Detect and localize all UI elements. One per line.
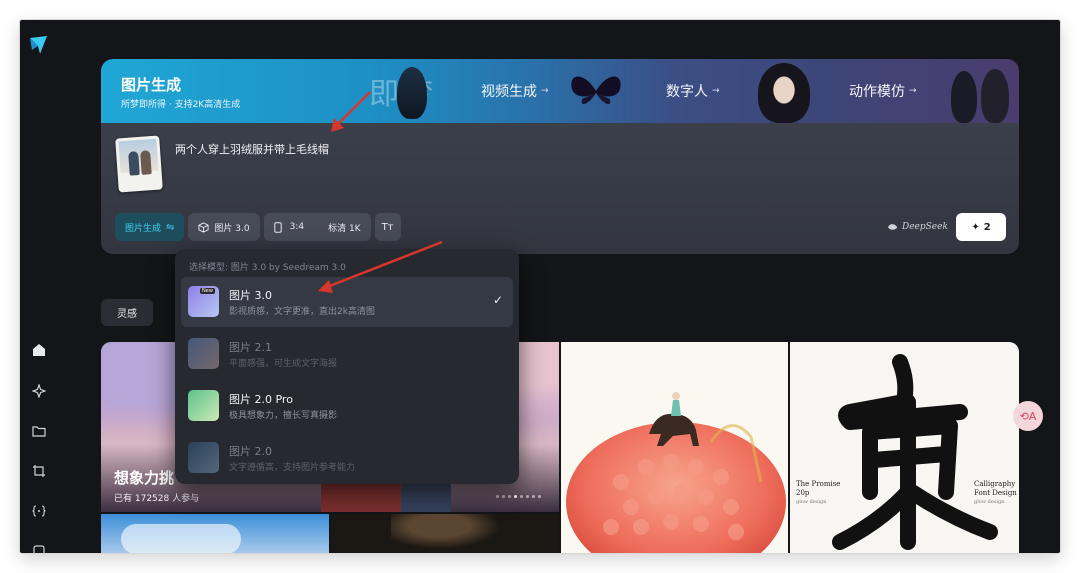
motion-portrait-a xyxy=(951,71,977,123)
model-name: 图片 3.0 xyxy=(229,289,272,302)
arrow-right-icon: → xyxy=(909,86,917,96)
generate-button[interactable]: ✦ 2 xyxy=(956,213,1006,241)
poster-left-number: 20p xyxy=(796,489,810,497)
tab-digital-human-label: 数字人 xyxy=(666,84,708,100)
sidebar xyxy=(20,20,60,553)
aspect-ratio-icon xyxy=(273,221,282,233)
folder-icon[interactable] xyxy=(30,422,48,440)
tab-image-generation[interactable]: 图片生成 所梦即所得 · 支持2K高清生成 即梦 xyxy=(101,59,441,123)
tab-video-label: 视频生成 xyxy=(481,84,537,100)
app-window: 图片生成 所梦即所得 · 支持2K高清生成 即梦 视频生成 → 数字人 → xyxy=(20,20,1060,553)
poster-left-title: The Promise xyxy=(796,480,841,488)
model-name: 图片 2.0 xyxy=(229,445,272,458)
home-icon[interactable] xyxy=(30,341,48,359)
model-description: 平面感强，可生成文字海报 xyxy=(229,359,338,369)
model-dropdown: 选择模型: 图片 3.0 by Seedream 3.0 New 图片 3.0 … xyxy=(175,249,519,484)
reference-image-thumbnail[interactable] xyxy=(115,135,163,193)
model-description: 文字遵循高，支持图片参考能力 xyxy=(229,463,356,473)
model-option-image-2-1[interactable]: 图片 2.1 平面感强，可生成文字海报 xyxy=(181,329,513,379)
feature-banner: 图片生成 所梦即所得 · 支持2K高清生成 即梦 视频生成 → 数字人 → xyxy=(101,59,1019,123)
butterfly-image xyxy=(571,76,621,105)
translate-float-button[interactable]: ⟲A xyxy=(1013,401,1043,431)
mode-label: 图片生成 xyxy=(125,223,162,234)
generation-toolbar: 图片生成 ⇋ 图片 3.0 3:4 标清 1K Tт xyxy=(115,213,401,241)
dropdown-header: 选择模型: 图片 3.0 by Seedream 3.0 xyxy=(189,263,346,273)
model-thumb xyxy=(188,338,219,369)
new-badge: New xyxy=(200,288,215,294)
code-braces-icon[interactable] xyxy=(30,502,48,520)
text-style-button[interactable]: Tт xyxy=(374,213,401,241)
image-gen-subtitle: 所梦即所得 · 支持2K高清生成 xyxy=(121,100,241,110)
gallery-card-calligraphy-poster[interactable]: The Promise 20p glow design Calligraphy … xyxy=(790,342,1019,553)
swap-icon: ⇋ xyxy=(166,221,175,233)
gallery-card-horse-rider[interactable] xyxy=(561,342,788,553)
arrow-right-icon: → xyxy=(541,86,549,96)
tab-inspiration[interactable]: 灵感 xyxy=(101,299,153,326)
prompt-card: 两个人穿上羽绒服并带上毛线帽 图片生成 ⇋ 图片 3.0 3:4 标清 1K T… xyxy=(101,123,1019,254)
mode-switch-button[interactable]: 图片生成 ⇋ xyxy=(115,213,185,241)
poster-right-title: Calligraphy xyxy=(974,480,1016,488)
deepseek-toggle[interactable]: DeepSeek xyxy=(887,222,948,232)
sparkle-icon[interactable] xyxy=(30,382,48,400)
whale-icon xyxy=(888,224,897,230)
arrow-right-icon: → xyxy=(712,86,720,96)
model-name: 图片 2.1 xyxy=(229,341,272,354)
carousel-dots[interactable] xyxy=(496,495,541,498)
deepseek-label: DeepSeek xyxy=(902,222,948,232)
tab-digital-human[interactable]: 数字人 → xyxy=(646,59,831,123)
gallery-card-dark[interactable] xyxy=(331,514,559,553)
check-icon: ✓ xyxy=(492,293,503,307)
ratio-label: 3:4 xyxy=(289,222,305,232)
motion-portrait-b xyxy=(981,69,1009,123)
image-gen-title: 图片生成 xyxy=(121,76,182,94)
model-name: 图片 2.0 Pro xyxy=(229,393,293,406)
sparkle-icon: ✦ xyxy=(971,221,980,233)
tab-video-generation[interactable]: 视频生成 → xyxy=(461,59,631,123)
translate-icon: ⟲A xyxy=(1019,409,1037,423)
ratio-quality-button[interactable]: 3:4 标清 1K xyxy=(263,213,371,241)
generate-credit-count: 2 xyxy=(983,221,991,233)
model-option-image-3-0[interactable]: New 图片 3.0 影视质感，文字更准，直出2k高清图 ✓ xyxy=(181,277,513,327)
model-option-image-2-0[interactable]: 图片 2.0 文字遵循高，支持图片参考能力 xyxy=(181,433,513,483)
digital-human-portrait xyxy=(758,63,810,123)
banner-portrait xyxy=(397,67,427,119)
model-description: 影视质感，文字更准，直出2k高清图 xyxy=(229,307,375,317)
cube-icon xyxy=(198,221,209,233)
model-label: 图片 3.0 xyxy=(214,223,250,234)
model-thumb: New xyxy=(188,286,219,317)
text-format-icon: Tт xyxy=(381,221,394,233)
model-thumb xyxy=(188,442,219,473)
prompt-input[interactable]: 两个人穿上羽绒服并带上毛线帽 xyxy=(175,141,329,157)
tab-motion-label: 动作模仿 xyxy=(849,84,905,100)
model-option-image-2-0-pro[interactable]: 图片 2.0 Pro 极具想象力，擅长写真摄影 xyxy=(181,381,513,431)
poster-right-small: glow design xyxy=(974,499,1005,505)
horse-rider-artwork xyxy=(566,392,786,553)
calligraphy-artwork xyxy=(832,354,998,550)
model-select-button[interactable]: 图片 3.0 xyxy=(188,213,260,241)
crop-icon[interactable] xyxy=(30,462,48,480)
feature-participants: 已有 172528 人参与 xyxy=(114,494,200,504)
feature-title: 想象力挑 xyxy=(114,469,175,487)
model-description: 极具想象力，擅长写真摄影 xyxy=(229,411,338,421)
app-logo-icon[interactable] xyxy=(28,34,50,56)
model-thumb xyxy=(188,390,219,421)
tab-motion-imitation[interactable]: 动作模仿 → xyxy=(831,59,1019,123)
quality-label: 标清 1K xyxy=(328,223,361,234)
more-icon[interactable] xyxy=(30,542,48,553)
poster-right-title-2: Font Design xyxy=(974,489,1017,497)
poster-left-small: glow design xyxy=(796,499,827,505)
gallery-card-sky[interactable] xyxy=(101,514,329,553)
